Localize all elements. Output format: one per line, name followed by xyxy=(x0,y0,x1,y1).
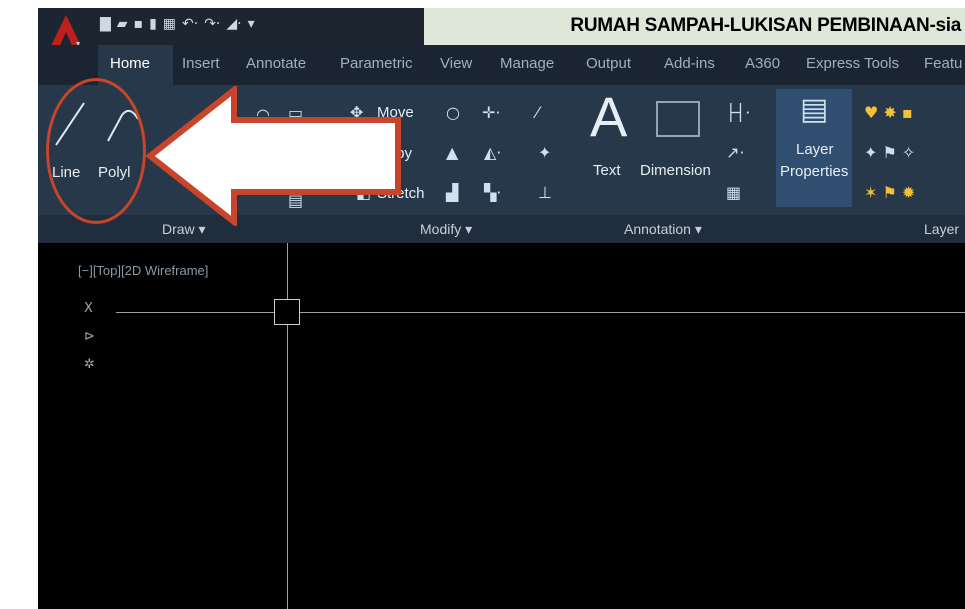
close-icon[interactable]: X xyxy=(84,295,95,323)
layer-properties-button[interactable]: ▤ Layer Properties xyxy=(776,89,852,207)
crosshair-vertical xyxy=(287,243,288,609)
offset-icon[interactable]: ⊥ xyxy=(538,185,552,201)
text-button-label[interactable]: Text xyxy=(593,162,621,179)
crosshair-horizontal xyxy=(116,312,965,313)
workspace-icon[interactable]: ◢· xyxy=(226,16,241,32)
tab-parametric[interactable]: Parametric xyxy=(340,55,413,72)
quick-access-toolbar: ▇ ▰ ▪ ▮ ▦ ↶· ↷· ◢· ▾ xyxy=(100,16,255,32)
layers-panel-title[interactable]: Layer xyxy=(924,221,959,237)
app-window: ▇ ▰ ▪ ▮ ▦ ↶· ↷· ◢· ▾ RUMAH SAMPAH-LUKISA… xyxy=(38,8,965,609)
save-icon[interactable]: ▪ xyxy=(134,16,144,32)
modify-panel-title[interactable]: Modify ▾ xyxy=(420,221,472,238)
fillet-icon[interactable]: ◭· xyxy=(484,145,501,161)
title-area: RUMAH SAMPAH-LUKISAN PEMBINAAN-sia xyxy=(424,8,965,45)
document-title: RUMAH SAMPAH-LUKISAN PEMBINAAN-sia xyxy=(570,15,961,36)
annotation-panel-title[interactable]: Annotation ▾ xyxy=(624,221,702,238)
cursor-pickbox xyxy=(274,299,300,325)
tab-featured[interactable]: Featu xyxy=(924,55,962,72)
viewcube-nav: X ⊳ ✲ xyxy=(84,295,95,379)
scale-icon[interactable]: ▟ xyxy=(446,185,458,201)
tab-output[interactable]: Output xyxy=(586,55,631,72)
tab-add-ins[interactable]: Add-ins xyxy=(664,55,715,72)
layer-properties-label-1: Layer xyxy=(796,141,834,158)
pointer-arrow-icon xyxy=(146,86,401,226)
layer-on-icon[interactable]: ♥ ✸ ▪ xyxy=(864,105,913,121)
layer-properties-label-2: Properties xyxy=(780,163,849,180)
rotate-icon[interactable]: ○ xyxy=(446,105,460,121)
array-icon[interactable]: ▚· xyxy=(484,185,501,201)
tab-a360[interactable]: A360 xyxy=(745,55,780,72)
tab-annotate[interactable]: Annotate xyxy=(246,55,306,72)
customize-qat-icon[interactable]: ▾ xyxy=(248,16,255,32)
pan-icon[interactable]: ⊳ xyxy=(84,323,95,351)
tab-view[interactable]: View xyxy=(440,55,472,72)
open-file-icon[interactable]: ▰ xyxy=(117,16,128,32)
tab-express-tools[interactable]: Express Tools xyxy=(806,55,899,72)
tab-manage[interactable]: Manage xyxy=(500,55,554,72)
title-bar: ▇ ▰ ▪ ▮ ▦ ↶· ↷· ◢· ▾ RUMAH SAMPAH-LUKISA… xyxy=(38,8,965,48)
linear-dimension-icon[interactable]: ├┤· xyxy=(726,105,750,121)
viewport-controls[interactable]: [−][Top][2D Wireframe] xyxy=(78,263,208,278)
dimension-icon[interactable] xyxy=(656,101,700,137)
table-icon[interactable]: ▦ xyxy=(726,185,741,201)
new-file-icon[interactable]: ▇ xyxy=(100,16,111,32)
layer-isolate-icon[interactable]: ✦ ⚑ ✧ xyxy=(864,145,915,161)
print-icon[interactable]: ▦ xyxy=(163,16,176,32)
ribbon-tab-bar: Home Insert Annotate Parametric View Man… xyxy=(38,45,965,85)
layer-freeze-icon[interactable]: ✶ ⚑ ✹ xyxy=(864,185,915,201)
highlight-oval xyxy=(46,78,146,224)
dimension-button-label[interactable]: Dimension xyxy=(640,162,711,179)
save-as-icon[interactable]: ▮ xyxy=(149,16,157,32)
text-icon[interactable]: A xyxy=(590,87,627,147)
undo-icon[interactable]: ↶· xyxy=(182,16,198,32)
layer-stack-icon: ▤ xyxy=(800,92,829,127)
trim-icon[interactable]: ✛· xyxy=(482,105,501,121)
redo-icon[interactable]: ↷· xyxy=(204,16,220,32)
leader-icon[interactable]: ↗· xyxy=(726,145,745,161)
explode-icon[interactable]: ✦ xyxy=(538,145,551,161)
mirror-icon[interactable]: ▲ xyxy=(446,145,458,161)
tab-insert[interactable]: Insert xyxy=(182,55,220,72)
drawing-area[interactable]: [−][Top][2D Wireframe] X ⊳ ✲ xyxy=(38,243,965,609)
tab-home[interactable]: Home xyxy=(110,55,150,72)
zoom-icon[interactable]: ✲ xyxy=(84,351,95,379)
erase-icon[interactable]: ⁄ xyxy=(536,105,539,121)
